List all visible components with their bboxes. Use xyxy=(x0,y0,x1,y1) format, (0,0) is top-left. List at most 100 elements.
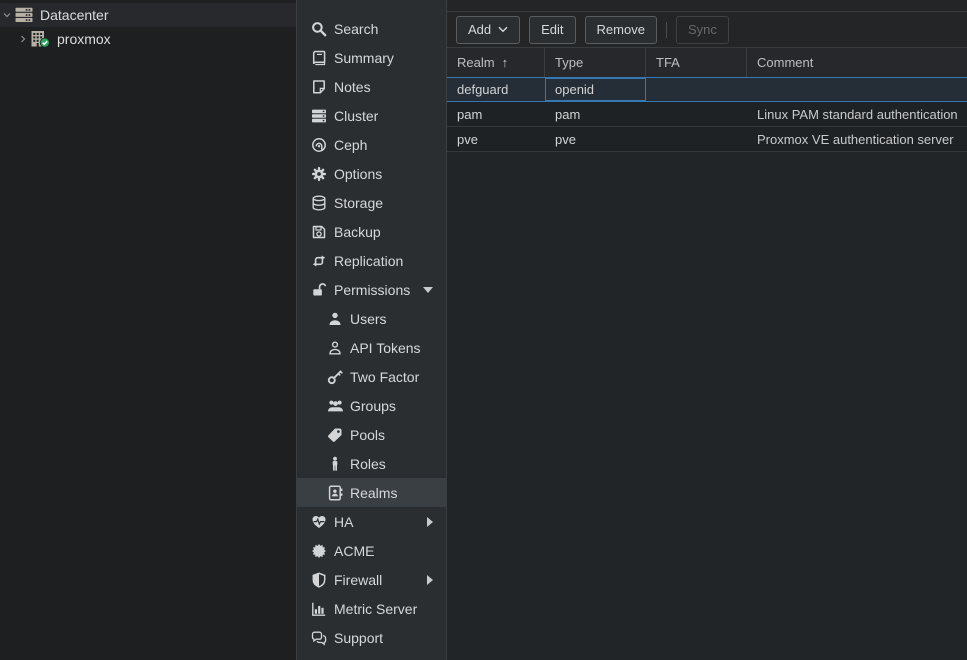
menu-item-label: Replication xyxy=(334,253,403,269)
toolbar-separator xyxy=(666,22,667,38)
proxmox-app: Datacenter proxmox xyxy=(0,0,967,660)
edit-button-label: Edit xyxy=(541,22,563,37)
menu-item-acme[interactable]: ACME xyxy=(297,536,446,565)
menu-item-label: Firewall xyxy=(334,572,382,588)
column-header-tfa[interactable]: TFA xyxy=(646,48,747,77)
caret-right-icon[interactable] xyxy=(427,517,433,527)
menu-item-permissions[interactable]: Permissions xyxy=(297,275,446,304)
cell-realm[interactable]: pve xyxy=(447,127,545,151)
menu-item-realms[interactable]: Realms xyxy=(297,478,446,507)
menu-item-ceph[interactable]: Ceph xyxy=(297,130,446,159)
menu-item-ha[interactable]: HA xyxy=(297,507,446,536)
menu-item-label: Ceph xyxy=(334,137,367,153)
sync-button[interactable]: Sync xyxy=(676,16,729,44)
menu-item-label: HA xyxy=(334,514,353,530)
menu-item-pools[interactable]: Pools xyxy=(297,420,446,449)
content-panel: Add Edit Remove Sync Realm ↑ Type xyxy=(447,0,967,660)
menu-item-label: Two Factor xyxy=(350,369,419,385)
column-header-label: Type xyxy=(555,55,583,70)
table-row-pve[interactable]: pve pve Proxmox VE authentication server xyxy=(447,127,967,152)
menu-item-label: Search xyxy=(334,21,378,37)
sticky-note-icon xyxy=(310,79,328,95)
menu-item-metric-server[interactable]: Metric Server xyxy=(297,594,446,623)
menu-item-cluster[interactable]: Cluster xyxy=(297,101,446,130)
menu-item-label: Backup xyxy=(334,224,381,240)
menu-item-groups[interactable]: Groups xyxy=(297,391,446,420)
edit-button[interactable]: Edit xyxy=(529,16,575,44)
config-menu: Search Summary Notes Cluster xyxy=(297,0,447,660)
database-icon xyxy=(310,195,328,211)
column-header-type[interactable]: Type xyxy=(545,48,646,77)
menu-item-backup[interactable]: Backup xyxy=(297,217,446,246)
menu-item-api-tokens[interactable]: API Tokens xyxy=(297,333,446,362)
menu-item-label: Pools xyxy=(350,427,385,443)
heartbeat-icon xyxy=(310,514,328,530)
menu-item-label: Summary xyxy=(334,50,394,66)
table-row-defguard[interactable]: defguard openid xyxy=(447,77,967,102)
cell-tfa[interactable] xyxy=(646,78,747,101)
cell-comment[interactable]: Linux PAM standard authentication xyxy=(747,102,967,126)
menu-item-label: Realms xyxy=(350,485,397,501)
menu-item-firewall[interactable]: Firewall xyxy=(297,565,446,594)
remove-button-label: Remove xyxy=(597,22,645,37)
comments-icon xyxy=(310,630,328,646)
menu-item-label: Cluster xyxy=(334,108,378,124)
menu-item-label: Users xyxy=(350,311,387,327)
user-icon xyxy=(326,311,344,327)
user-outline-icon xyxy=(326,340,344,356)
menu-item-label: Metric Server xyxy=(334,601,417,617)
tag-icon xyxy=(326,427,344,443)
floppy-disk-icon xyxy=(310,224,328,240)
menu-item-label: Storage xyxy=(334,195,383,211)
content-header-strip xyxy=(447,0,967,12)
menu-item-replication[interactable]: Replication xyxy=(297,246,446,275)
cell-type[interactable]: pve xyxy=(545,127,646,151)
cell-realm[interactable]: pam xyxy=(447,102,545,126)
key-icon xyxy=(326,369,344,385)
table-header: Realm ↑ Type TFA Comment xyxy=(447,48,967,77)
cell-tfa[interactable] xyxy=(646,127,747,151)
shield-icon xyxy=(310,572,328,588)
bar-chart-icon xyxy=(310,601,328,617)
cell-realm[interactable]: defguard xyxy=(447,78,545,101)
server-icon xyxy=(310,108,328,124)
caret-down-icon[interactable] xyxy=(423,287,433,293)
menu-item-search[interactable]: Search xyxy=(297,14,446,43)
menu-item-options[interactable]: Options xyxy=(297,159,446,188)
menu-item-roles[interactable]: Roles xyxy=(297,449,446,478)
expand-closed-chevron-icon[interactable] xyxy=(17,34,29,44)
tree-node-label: proxmox xyxy=(57,31,111,47)
address-book-icon xyxy=(326,485,344,501)
sync-button-label: Sync xyxy=(688,22,717,37)
tree-node-datacenter[interactable]: Datacenter xyxy=(0,3,296,27)
ceph-icon xyxy=(310,137,328,153)
table-row-pam[interactable]: pam pam Linux PAM standard authenticatio… xyxy=(447,102,967,127)
menu-item-summary[interactable]: Summary xyxy=(297,43,446,72)
gear-icon xyxy=(310,166,328,182)
column-header-label: TFA xyxy=(656,55,680,70)
menu-item-support[interactable]: Support xyxy=(297,623,446,652)
tree-node-label: Datacenter xyxy=(40,7,108,23)
add-button[interactable]: Add xyxy=(456,16,520,44)
remove-button[interactable]: Remove xyxy=(585,16,657,44)
search-icon xyxy=(310,21,328,37)
users-icon xyxy=(326,398,344,414)
menu-item-notes[interactable]: Notes xyxy=(297,72,446,101)
cell-comment[interactable] xyxy=(747,78,967,101)
cell-tfa[interactable] xyxy=(646,102,747,126)
realms-table-body: defguard openid pam pam Linux PAM standa… xyxy=(447,77,967,152)
caret-right-icon[interactable] xyxy=(427,575,433,585)
tree-node-proxmox[interactable]: proxmox xyxy=(0,27,296,51)
cell-type[interactable]: pam xyxy=(545,102,646,126)
menu-item-label: Roles xyxy=(350,456,386,472)
cell-type-focused[interactable]: openid xyxy=(545,78,646,101)
column-header-comment[interactable]: Comment xyxy=(747,48,967,77)
expand-open-chevron-icon[interactable] xyxy=(1,10,13,20)
menu-item-label: Permissions xyxy=(334,282,410,298)
column-header-realm[interactable]: Realm ↑ xyxy=(447,48,545,77)
menu-item-two-factor[interactable]: Two Factor xyxy=(297,362,446,391)
menu-item-storage[interactable]: Storage xyxy=(297,188,446,217)
cell-comment[interactable]: Proxmox VE authentication server xyxy=(747,127,967,151)
retweet-icon xyxy=(310,253,328,269)
menu-item-users[interactable]: Users xyxy=(297,304,446,333)
